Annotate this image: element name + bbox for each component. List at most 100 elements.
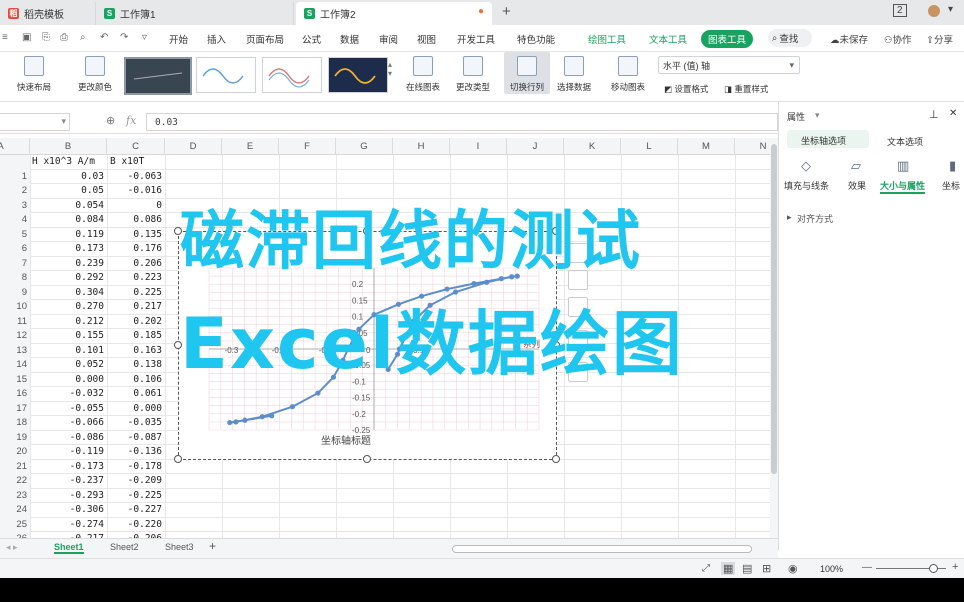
row-header[interactable]: 5 bbox=[0, 227, 30, 242]
row-header[interactable]: 9 bbox=[0, 285, 30, 300]
menu-review[interactable]: 审阅 bbox=[379, 32, 398, 46]
cell-b[interactable]: -0.306 bbox=[30, 503, 107, 518]
tab-workbook2[interactable]: S 工作簿2 ● bbox=[296, 2, 492, 25]
page-layout-icon[interactable]: ▤ bbox=[742, 562, 752, 575]
zoom-slider[interactable] bbox=[876, 564, 946, 573]
tab-text-options[interactable]: 文本选项 bbox=[887, 135, 923, 148]
cell-c[interactable]: 0.202 bbox=[107, 314, 165, 329]
cell-b[interactable]: -0.274 bbox=[30, 517, 107, 532]
cloud-unsaved[interactable]: ☁未保存 bbox=[830, 32, 868, 46]
cell-b[interactable]: 0.101 bbox=[30, 343, 107, 358]
zoom-slider-thumb[interactable] bbox=[929, 564, 938, 573]
tab-template[interactable]: 稻 稻壳模板 bbox=[0, 2, 96, 25]
quick-layout-button[interactable]: 快速布局 bbox=[8, 56, 60, 93]
change-color-button[interactable]: 更改颜色 bbox=[70, 56, 120, 93]
normal-view-icon[interactable]: ▦ bbox=[721, 562, 736, 575]
horizontal-scrollbar[interactable] bbox=[452, 545, 752, 553]
row-header[interactable]: 10 bbox=[0, 300, 30, 315]
column-header-f[interactable]: F bbox=[279, 138, 336, 155]
cell-c[interactable]: 0.185 bbox=[107, 329, 165, 344]
size-props-label[interactable]: 大小与属性 bbox=[880, 179, 926, 194]
cell-c[interactable]: 0.223 bbox=[107, 271, 165, 286]
cell-b[interactable]: -0.293 bbox=[30, 488, 107, 503]
menu-icon[interactable]: ≡ bbox=[2, 32, 8, 43]
cell-c[interactable]: -0.063 bbox=[107, 169, 165, 184]
row-header[interactable]: 16 bbox=[0, 387, 30, 402]
sheet-tab-1[interactable]: Sheet1 bbox=[54, 542, 84, 554]
row-header[interactable]: 7 bbox=[0, 256, 30, 271]
menu-page-layout[interactable]: 页面布局 bbox=[246, 32, 284, 46]
move-chart-button[interactable]: 移动图表 bbox=[607, 56, 649, 93]
row-header[interactable]: 18 bbox=[0, 416, 30, 431]
cell-c[interactable]: 0.138 bbox=[107, 358, 165, 373]
menu-text-tools[interactable]: 文本工具 bbox=[649, 32, 687, 46]
cell-c-header[interactable]: B x10T bbox=[107, 155, 165, 170]
cell-b[interactable]: -0.055 bbox=[30, 401, 107, 416]
sheet-nav-icon[interactable]: ◂ ▸ bbox=[6, 542, 18, 553]
menu-developer[interactable]: 开发工具 bbox=[457, 32, 495, 46]
column-header-n[interactable]: N bbox=[735, 138, 770, 155]
close-icon[interactable]: ✕ bbox=[949, 108, 957, 119]
cell-b[interactable]: 0.212 bbox=[30, 314, 107, 329]
row-header[interactable]: 8 bbox=[0, 271, 30, 286]
row-header[interactable]: 1 bbox=[0, 169, 30, 184]
cell-c[interactable]: 0.206 bbox=[107, 256, 165, 271]
cell-c[interactable]: -0.136 bbox=[107, 445, 165, 460]
menu-data[interactable]: 数据 bbox=[340, 32, 359, 46]
cell-b[interactable]: -0.173 bbox=[30, 459, 107, 474]
fill-line-label[interactable]: 填充与线条 bbox=[784, 179, 829, 192]
fx-icon[interactable]: fx bbox=[126, 114, 136, 127]
align-section[interactable]: 对齐方式 bbox=[797, 212, 833, 225]
cell-b[interactable]: -0.237 bbox=[30, 474, 107, 489]
zoom-icon[interactable]: ⊕ bbox=[106, 114, 115, 127]
size-props-icon[interactable]: ▥ bbox=[897, 158, 909, 174]
menu-special[interactable]: 特色功能 bbox=[517, 32, 555, 46]
cell-b[interactable]: 0.239 bbox=[30, 256, 107, 271]
page-break-icon[interactable]: ⊞ bbox=[762, 562, 771, 575]
more-styles-icon[interactable]: ▴ ▾ bbox=[388, 60, 392, 78]
dropdown-icon[interactable]: ▾ bbox=[948, 4, 953, 15]
vertical-scrollbar[interactable] bbox=[770, 138, 778, 538]
effects-icon[interactable]: ▱ bbox=[851, 158, 861, 174]
cell-b[interactable]: 0.292 bbox=[30, 271, 107, 286]
share-button[interactable]: ⇪分享 bbox=[926, 32, 953, 46]
row-header[interactable]: 17 bbox=[0, 401, 30, 416]
cell-c[interactable]: 0.217 bbox=[107, 300, 165, 315]
column-header-h[interactable]: H bbox=[393, 138, 450, 155]
scroll-thumb[interactable] bbox=[771, 144, 777, 474]
row-header[interactable]: 22 bbox=[0, 474, 30, 489]
cell-b[interactable]: 0.084 bbox=[30, 213, 107, 228]
row-header[interactable]: 14 bbox=[0, 358, 30, 373]
cell-c[interactable]: -0.016 bbox=[107, 184, 165, 199]
cell-b[interactable]: 0.173 bbox=[30, 242, 107, 257]
row-header[interactable]: 11 bbox=[0, 314, 30, 329]
cell-b[interactable]: 0.119 bbox=[30, 227, 107, 242]
resize-handle[interactable] bbox=[363, 455, 371, 463]
reset-style-button[interactable]: ◨ 重置样式 bbox=[724, 83, 768, 95]
column-header-d[interactable]: D bbox=[165, 138, 222, 155]
axis-select[interactable]: 水平 (值) 轴 ▾ bbox=[658, 56, 800, 74]
cell-c[interactable]: 0.176 bbox=[107, 242, 165, 257]
cell-b[interactable]: -0.066 bbox=[30, 416, 107, 431]
menu-home[interactable]: 开始 bbox=[169, 32, 188, 46]
column-header-j[interactable]: J bbox=[507, 138, 564, 155]
redo-icon[interactable]: ↷ bbox=[120, 32, 128, 43]
menu-formula[interactable]: 公式 bbox=[302, 32, 321, 46]
eye-care-icon[interactable]: ◉ bbox=[788, 562, 798, 575]
row-header[interactable] bbox=[0, 155, 30, 170]
chart-style-4[interactable] bbox=[328, 57, 388, 93]
cell-c[interactable]: 0 bbox=[107, 198, 165, 213]
cell-c[interactable]: 0.225 bbox=[107, 285, 165, 300]
resize-handle[interactable] bbox=[174, 455, 182, 463]
print-icon[interactable]: ⎙ bbox=[60, 32, 68, 43]
tab-workbook1[interactable]: S 工作簿1 bbox=[96, 2, 294, 25]
row-header[interactable]: 20 bbox=[0, 445, 30, 460]
pin-icon[interactable]: ⊥ bbox=[929, 108, 939, 121]
axis-label[interactable]: 坐标 bbox=[942, 179, 960, 192]
menu-view[interactable]: 视图 bbox=[417, 32, 436, 46]
undo-icon[interactable]: ↶ bbox=[100, 32, 108, 43]
chart-style-2[interactable] bbox=[196, 57, 256, 93]
cell-c[interactable]: -0.225 bbox=[107, 488, 165, 503]
zoom-out-icon[interactable]: — bbox=[862, 562, 872, 573]
column-header-i[interactable]: I bbox=[450, 138, 507, 155]
